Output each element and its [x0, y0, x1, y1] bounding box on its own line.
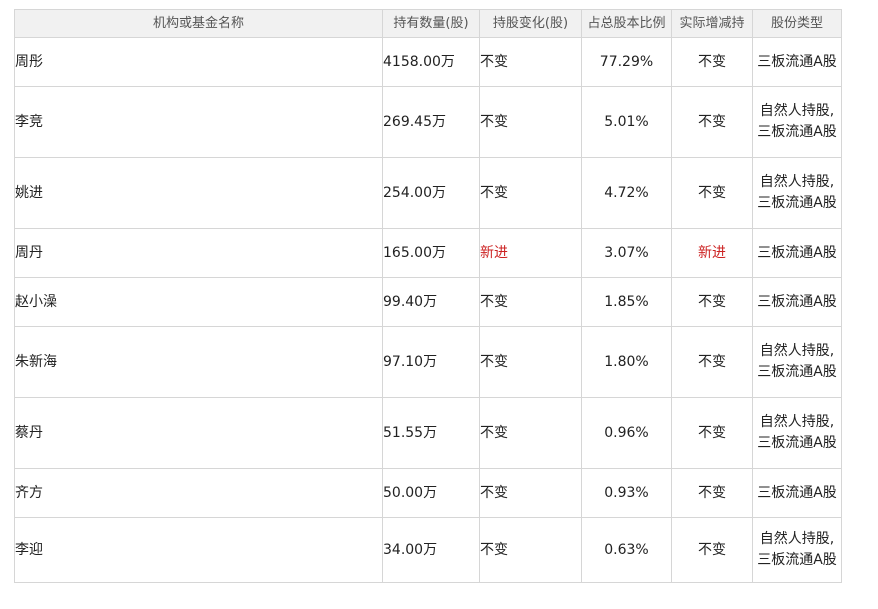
table-row: 周彤 4158.00万 不变 77.29% 不变 三板流通A股	[14, 37, 842, 87]
table-row: 朱新海 97.10万 不变 1.80% 不变 自然人持股,三板流通A股	[14, 326, 842, 398]
holder-name: 朱新海	[14, 326, 383, 398]
shareholder-table: 机构或基金名称 持有数量(股) 持股变化(股) 占总股本比例 实际增减持 股份类…	[14, 9, 842, 583]
holder-name: 李迎	[14, 517, 383, 583]
share-ratio: 0.96%	[581, 397, 672, 469]
share-type: 三板流通A股	[752, 277, 842, 327]
actual-change: 不变	[671, 397, 753, 469]
holding-quantity: 4158.00万	[382, 37, 480, 87]
holder-name: 姚进	[14, 157, 383, 229]
table-header-row: 机构或基金名称 持有数量(股) 持股变化(股) 占总股本比例 实际增减持 股份类…	[14, 9, 842, 38]
actual-change: 不变	[671, 157, 753, 229]
share-type: 自然人持股,三板流通A股	[752, 86, 842, 158]
column-header-actual: 实际增减持	[671, 9, 753, 38]
share-ratio: 0.93%	[581, 468, 672, 518]
share-type: 自然人持股,三板流通A股	[752, 326, 842, 398]
share-ratio: 77.29%	[581, 37, 672, 87]
table-row: 周丹 165.00万 新进 3.07% 新进 三板流通A股	[14, 228, 842, 278]
holding-quantity: 99.40万	[382, 277, 480, 327]
table-row: 姚进 254.00万 不变 4.72% 不变 自然人持股,三板流通A股	[14, 157, 842, 229]
column-header-quantity: 持有数量(股)	[382, 9, 480, 38]
table-row: 齐方 50.00万 不变 0.93% 不变 三板流通A股	[14, 468, 842, 518]
share-ratio: 5.01%	[581, 86, 672, 158]
column-header-name: 机构或基金名称	[14, 9, 383, 38]
share-ratio: 0.63%	[581, 517, 672, 583]
share-ratio: 4.72%	[581, 157, 672, 229]
share-ratio: 1.85%	[581, 277, 672, 327]
holder-name: 蔡丹	[14, 397, 383, 469]
share-type: 自然人持股,三板流通A股	[752, 157, 842, 229]
share-type: 三板流通A股	[752, 37, 842, 87]
column-header-change: 持股变化(股)	[479, 9, 582, 38]
actual-change: 不变	[671, 37, 753, 87]
holding-quantity: 34.00万	[382, 517, 480, 583]
table-row: 李迎 34.00万 不变 0.63% 不变 自然人持股,三板流通A股	[14, 517, 842, 583]
holding-change: 不变	[479, 517, 582, 583]
holding-quantity: 51.55万	[382, 397, 480, 469]
actual-change: 新进	[671, 228, 753, 278]
holder-name: 赵小澡	[14, 277, 383, 327]
holder-name: 齐方	[14, 468, 383, 518]
share-ratio: 3.07%	[581, 228, 672, 278]
holding-quantity: 269.45万	[382, 86, 480, 158]
holding-change: 不变	[479, 397, 582, 469]
actual-change: 不变	[671, 468, 753, 518]
actual-change: 不变	[671, 277, 753, 327]
table-row: 蔡丹 51.55万 不变 0.96% 不变 自然人持股,三板流通A股	[14, 397, 842, 469]
column-header-ratio: 占总股本比例	[581, 9, 672, 38]
actual-change: 不变	[671, 517, 753, 583]
holding-change: 新进	[479, 228, 582, 278]
holding-change: 不变	[479, 37, 582, 87]
holding-quantity: 165.00万	[382, 228, 480, 278]
holder-name: 李竞	[14, 86, 383, 158]
holding-quantity: 97.10万	[382, 326, 480, 398]
share-ratio: 1.80%	[581, 326, 672, 398]
holding-change: 不变	[479, 277, 582, 327]
column-header-type: 股份类型	[752, 9, 842, 38]
table-row: 赵小澡 99.40万 不变 1.85% 不变 三板流通A股	[14, 277, 842, 327]
table-row: 李竞 269.45万 不变 5.01% 不变 自然人持股,三板流通A股	[14, 86, 842, 158]
holding-change: 不变	[479, 86, 582, 158]
actual-change: 不变	[671, 326, 753, 398]
share-type: 三板流通A股	[752, 228, 842, 278]
holding-change: 不变	[479, 468, 582, 518]
page: 机构或基金名称 持有数量(股) 持股变化(股) 占总股本比例 实际增减持 股份类…	[0, 0, 878, 609]
share-type: 自然人持股,三板流通A股	[752, 397, 842, 469]
holding-quantity: 50.00万	[382, 468, 480, 518]
share-type: 三板流通A股	[752, 468, 842, 518]
holding-change: 不变	[479, 157, 582, 229]
holder-name: 周彤	[14, 37, 383, 87]
holding-quantity: 254.00万	[382, 157, 480, 229]
share-type: 自然人持股,三板流通A股	[752, 517, 842, 583]
actual-change: 不变	[671, 86, 753, 158]
holder-name: 周丹	[14, 228, 383, 278]
holding-change: 不变	[479, 326, 582, 398]
